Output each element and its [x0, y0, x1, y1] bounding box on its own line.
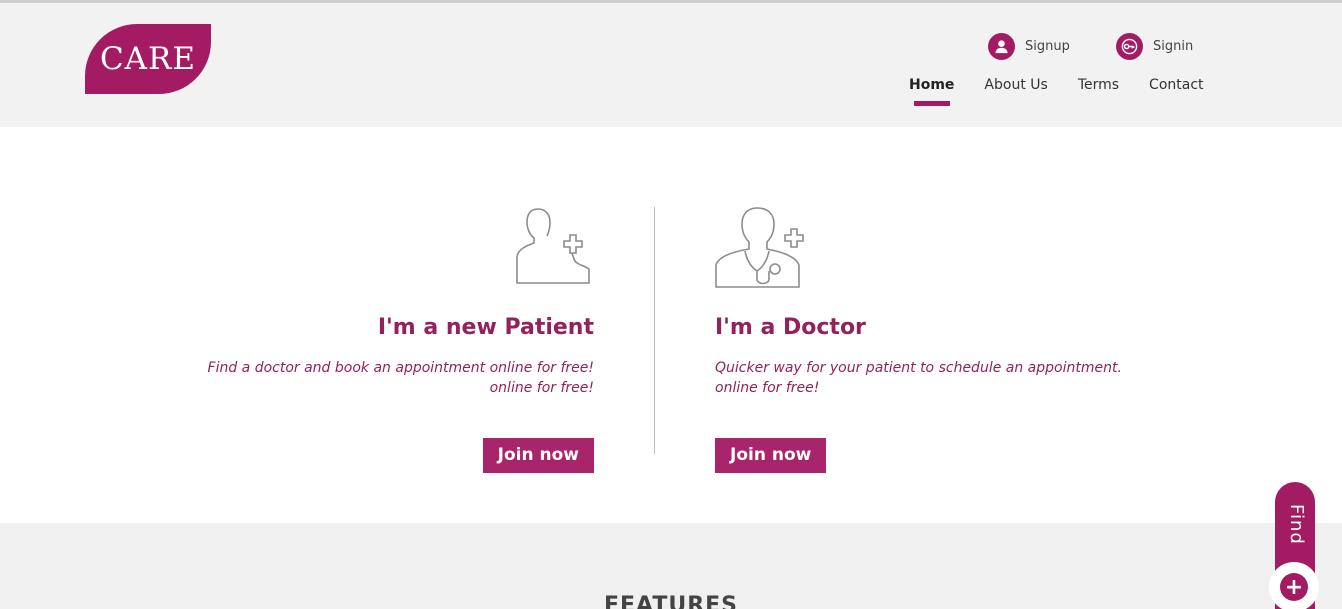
doctor-description-line1: Quicker way for your patient to schedule… [715, 360, 1122, 376]
patient-title: I'm a new Patient [377, 315, 594, 340]
plus-icon: + [1269, 562, 1319, 609]
doctor-description-line2: online for free! [715, 380, 820, 396]
signin-link[interactable]: Signin [1116, 33, 1193, 60]
key-icon [1116, 33, 1143, 60]
column-divider [654, 207, 655, 454]
logo-text: CARE [99, 41, 197, 77]
site-header: CARE Signup Signin Home About Us Terms C… [0, 3, 1342, 127]
nav-item-about-us[interactable]: About Us [984, 77, 1047, 93]
hero-section: I'm a new Patient Find a doctor and book… [0, 127, 1342, 523]
patient-description-line2: online for free! [489, 380, 594, 396]
nav-item-home[interactable]: Home [909, 77, 954, 106]
doctor-add-icon [715, 205, 1135, 291]
patient-join-button[interactable]: Join now [482, 438, 594, 473]
signup-label: Signup [1025, 39, 1070, 54]
doctor-join-button[interactable]: Join now [715, 438, 827, 473]
doctor-description: Quicker way for your patient to schedule… [715, 358, 1135, 398]
nav-item-terms[interactable]: Terms [1078, 77, 1119, 93]
doctor-title: I'm a Doctor [715, 315, 866, 340]
nav-item-contact[interactable]: Contact [1149, 77, 1203, 93]
features-title: FEATURES [603, 593, 739, 609]
user-icon [988, 33, 1015, 60]
patient-add-icon [200, 205, 594, 291]
patient-description-line1: Find a doctor and book an appointment on… [207, 360, 594, 376]
doctor-column: I'm a Doctor Quicker way for your patien… [715, 205, 1135, 473]
main-nav: Home About Us Terms Contact [909, 77, 1204, 106]
features-section: FEATURES [0, 523, 1342, 609]
plus-icon-inner: + [1280, 573, 1308, 601]
patient-description: Find a doctor and book an appointment on… [200, 358, 594, 398]
care-logo[interactable]: CARE [85, 24, 211, 94]
signin-label: Signin [1153, 39, 1194, 54]
signup-link[interactable]: Signup [988, 33, 1070, 60]
find-label: Find [1286, 504, 1307, 545]
find-tab[interactable]: Find + [1269, 482, 1319, 609]
patient-column: I'm a new Patient Find a doctor and book… [200, 205, 594, 473]
